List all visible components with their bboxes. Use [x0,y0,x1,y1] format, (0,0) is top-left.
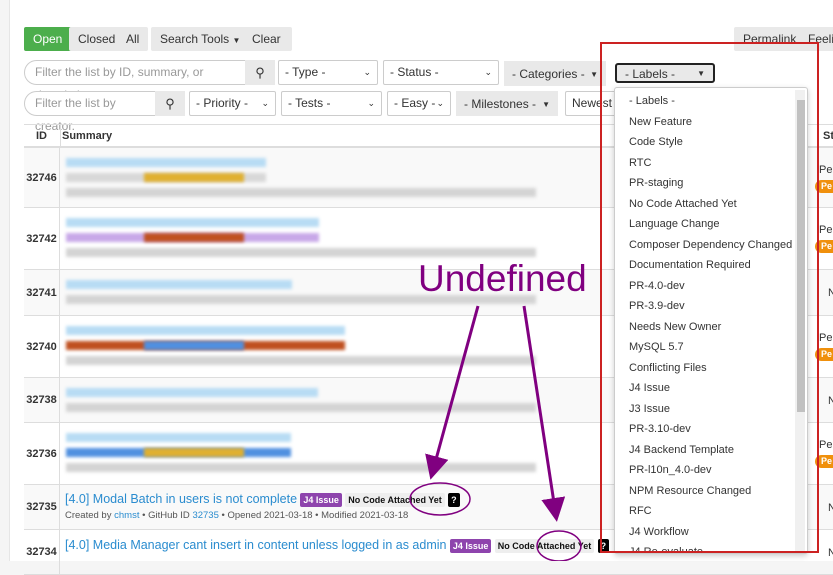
annotation-arrows [409,305,582,561]
arrow [522,305,566,522]
arrow [425,305,480,480]
circle [409,482,471,516]
circle [536,530,582,561]
